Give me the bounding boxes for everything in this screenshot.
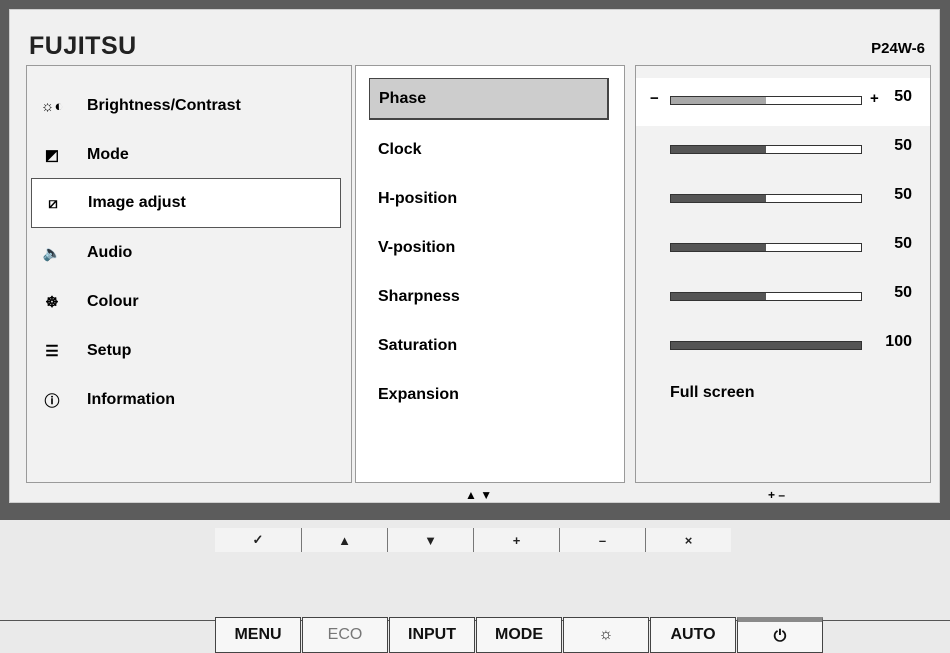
info-icon: ⓘ bbox=[44, 392, 60, 410]
sharpness-slider[interactable] bbox=[670, 292, 862, 301]
menu-item-label: Brightness/Contrast bbox=[87, 97, 241, 114]
updown-hint: ▲ ▼ bbox=[465, 488, 493, 502]
menu-item-setup[interactable]: ☰ Setup bbox=[27, 328, 351, 374]
setup-icon: ☰ bbox=[45, 343, 59, 360]
submenu-item-v-position[interactable]: V-position bbox=[378, 227, 455, 269]
submenu-item-expansion[interactable]: Expansion bbox=[378, 374, 459, 416]
model-name: P24W-6 bbox=[871, 40, 925, 57]
h-position-value: 50 bbox=[894, 186, 912, 203]
sharpness-value-row: 50 bbox=[636, 274, 930, 320]
menu-item-label: Setup bbox=[87, 342, 132, 359]
power-icon[interactable]: ⏻ bbox=[737, 617, 823, 653]
clock-value-row: 50 bbox=[636, 127, 930, 173]
menu-item-label: Mode bbox=[87, 146, 129, 163]
submenu-item-phase[interactable]: Phase bbox=[369, 78, 609, 120]
v-position-value: 50 bbox=[894, 235, 912, 252]
menu-item-brightness-contrast[interactable]: ☼◐ Brightness/Contrast bbox=[27, 83, 351, 129]
menu-item-label: Information bbox=[87, 391, 175, 408]
minus-sign: − bbox=[650, 90, 659, 107]
osd-navigation-bar: ✓ ▲ ▼ + – × bbox=[215, 528, 731, 552]
submenu-panel: Phase Clock H-position V-position Sharpn… bbox=[355, 65, 625, 483]
down-button[interactable]: ▼ bbox=[387, 528, 473, 552]
up-button[interactable]: ▲ bbox=[301, 528, 387, 552]
colour-icon: ☸ bbox=[45, 294, 59, 311]
image-adjust-icon: ⧄ bbox=[48, 194, 58, 212]
submenu-item-h-position[interactable]: H-position bbox=[378, 178, 457, 220]
menu-item-label: Image adjust bbox=[88, 194, 186, 211]
monitor-button-bar: MENU ECO INPUT MODE ☼ AUTO ⏻ bbox=[215, 617, 824, 653]
speaker-icon: 🔈 bbox=[42, 245, 62, 262]
value-panel: − + 50 50 50 50 50 100 Full screen bbox=[635, 65, 931, 483]
saturation-value: 100 bbox=[885, 333, 912, 350]
submenu-item-sharpness[interactable]: Sharpness bbox=[378, 276, 460, 318]
h-position-value-row: 50 bbox=[636, 176, 930, 222]
close-button[interactable]: × bbox=[645, 528, 731, 552]
menu-item-audio[interactable]: 🔈 Audio bbox=[27, 230, 351, 276]
menu-item-label: Audio bbox=[87, 244, 133, 261]
phase-slider[interactable] bbox=[670, 96, 862, 105]
main-menu-panel: ☼◐ Brightness/Contrast ◩ Mode ⧄ Image ad… bbox=[26, 65, 352, 483]
menu-item-colour[interactable]: ☸ Colour bbox=[27, 279, 351, 325]
menu-item-mode[interactable]: ◩ Mode bbox=[27, 132, 351, 178]
v-position-slider[interactable] bbox=[670, 243, 862, 252]
submenu-item-clock[interactable]: Clock bbox=[378, 129, 422, 171]
brand-logo: FUJITSU bbox=[29, 32, 137, 60]
sharpness-value: 50 bbox=[894, 284, 912, 301]
menu-item-label: Colour bbox=[87, 293, 139, 310]
submenu-item-saturation[interactable]: Saturation bbox=[378, 325, 457, 367]
input-button[interactable]: INPUT bbox=[389, 617, 475, 653]
clock-value: 50 bbox=[894, 137, 912, 154]
auto-button[interactable]: AUTO bbox=[650, 617, 736, 653]
mode-button[interactable]: MODE bbox=[476, 617, 562, 653]
menu-item-image-adjust[interactable]: ⧄ Image adjust bbox=[31, 178, 341, 228]
v-position-value-row: 50 bbox=[636, 225, 930, 271]
expansion-value-row: Full screen bbox=[636, 372, 930, 418]
sun-contrast-icon: ☼◐ bbox=[40, 97, 64, 115]
plusminus-hint: + – bbox=[768, 488, 786, 502]
eco-button[interactable]: ECO bbox=[302, 617, 388, 653]
brightness-icon[interactable]: ☼ bbox=[563, 617, 649, 653]
expansion-value: Full screen bbox=[670, 384, 755, 401]
saturation-value-row: 100 bbox=[636, 323, 930, 369]
minus-button[interactable]: – bbox=[559, 528, 645, 552]
mode-icon: ◩ bbox=[44, 147, 60, 164]
menu-item-information[interactable]: ⓘ Information bbox=[27, 377, 351, 423]
plus-button[interactable]: + bbox=[473, 528, 559, 552]
h-position-slider[interactable] bbox=[670, 194, 862, 203]
saturation-slider[interactable] bbox=[670, 341, 862, 350]
plus-sign: + bbox=[870, 90, 879, 107]
menu-button[interactable]: MENU bbox=[215, 617, 301, 653]
confirm-button[interactable]: ✓ bbox=[215, 528, 301, 552]
phase-value: 50 bbox=[894, 88, 912, 105]
osd-window: FUJITSU P24W-6 ☼◐ Brightness/Contrast ◩ … bbox=[9, 9, 940, 503]
clock-slider[interactable] bbox=[670, 145, 862, 154]
phase-value-row: − + 50 bbox=[636, 78, 930, 126]
